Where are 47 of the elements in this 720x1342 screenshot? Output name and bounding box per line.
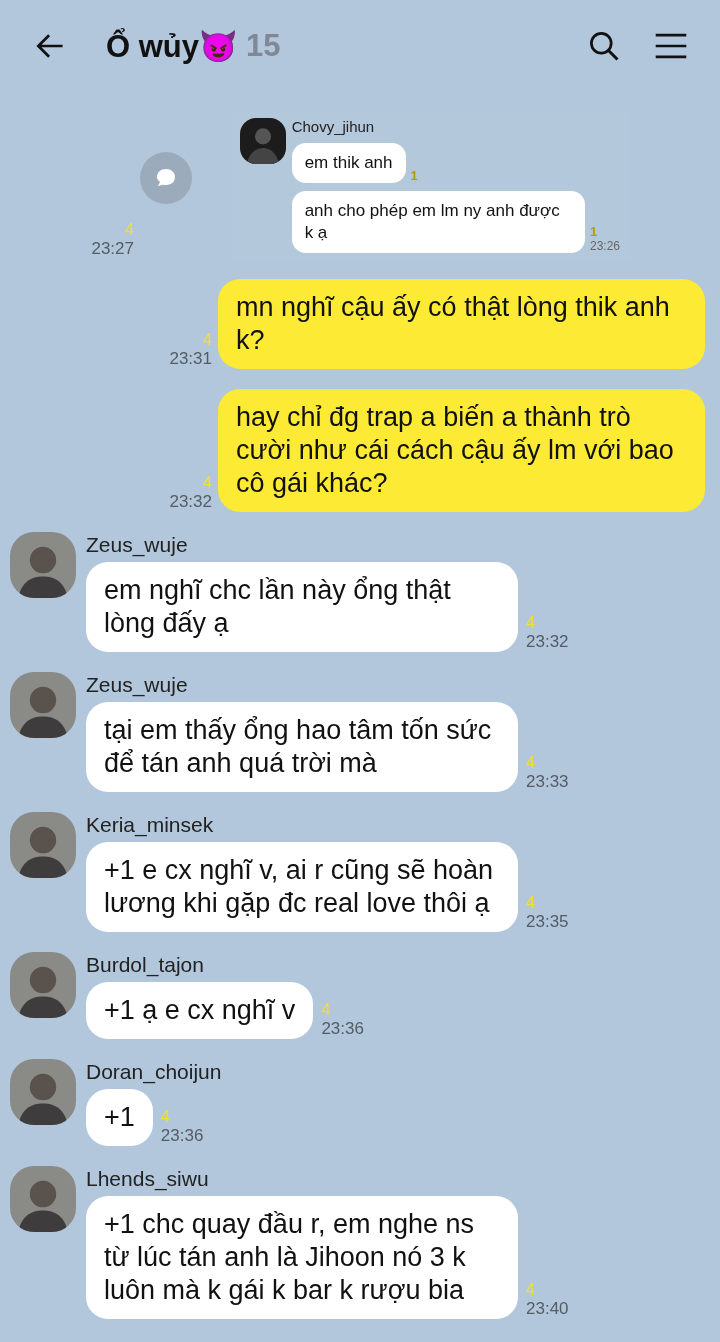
avatar bbox=[10, 1059, 76, 1125]
message-time: 23:40 bbox=[526, 1299, 569, 1319]
unread-count: 4 bbox=[160, 1108, 170, 1126]
unread-count: 4 bbox=[526, 894, 535, 912]
message-time: 23:35 bbox=[526, 912, 569, 932]
avatar bbox=[10, 672, 76, 738]
message-time: 23:33 bbox=[526, 772, 569, 792]
unread-count: 4 bbox=[203, 331, 212, 349]
message-bubble: hay chỉ đg trap a biến a thành trò cười như cái cách cậu ấy lm với bao cô gái khác? bbox=[218, 389, 705, 512]
message-time: 23:26 bbox=[589, 239, 620, 253]
sender-name: Lhends_siwu bbox=[86, 1166, 210, 1192]
sender-name: Burdol_tajon bbox=[86, 952, 205, 978]
unread-count: 4 bbox=[125, 221, 134, 239]
chat-title: Ổ wủy😈 bbox=[106, 27, 238, 65]
sender-name: Zeus_wuje bbox=[86, 672, 189, 698]
sender-name: Doran_choijun bbox=[86, 1059, 222, 1085]
message-time: 23:36 bbox=[321, 1019, 364, 1039]
avatar bbox=[10, 1166, 76, 1232]
message-bubble: anh cho phép em lm ny anh được k ạ bbox=[291, 191, 585, 253]
unread-count: 4 bbox=[526, 614, 535, 632]
avatar bbox=[10, 952, 76, 1018]
unread-count: 4 bbox=[526, 1281, 535, 1299]
unread-count: 4 bbox=[203, 474, 212, 492]
message-bubble: +1 bbox=[86, 1089, 153, 1146]
message-time: 23:36 bbox=[160, 1126, 204, 1146]
unread-count: 1 bbox=[410, 168, 418, 183]
unread-count: 4 bbox=[321, 1001, 331, 1019]
message-bubble: em nghĩ chc lần này ổng thật lòng đấy ạ bbox=[86, 562, 518, 652]
avatar bbox=[10, 532, 76, 598]
message-bubble: +1 chc quay đầu r, em nghe ns từ lúc tán anh là Jihoon nó 3 k luôn mà k gái k bar k rượu bia bbox=[86, 1196, 518, 1319]
message-time: 23:32 bbox=[169, 492, 212, 512]
sender-name: Keria_minsek bbox=[86, 812, 215, 838]
sender-name: Zeus_wuje bbox=[86, 532, 189, 558]
message-bubble: +1 e cx nghĩ v, ai r cũng sẽ hoàn lương khi gặp đc real love thôi ạ bbox=[86, 842, 518, 932]
message-time: 23:32 bbox=[526, 632, 569, 652]
message-time: 23:27 bbox=[91, 239, 134, 259]
message-time: 23:31 bbox=[169, 349, 212, 369]
message-bubble: em thik anh bbox=[291, 143, 406, 183]
member-count: 15 bbox=[246, 28, 281, 64]
message-bubble: mn nghĩ cậu ấy có thật lòng thik anh k? bbox=[218, 279, 705, 369]
message-bubble: +1 ạ e cx nghĩ v bbox=[86, 982, 314, 1039]
avatar bbox=[240, 118, 286, 164]
message-bubble: tại em thấy ổng hao tâm tốn sức để tán anh quá trời mà bbox=[86, 702, 518, 792]
sender-name: Chovy_jihun bbox=[291, 118, 376, 135]
unread-count: 1 bbox=[589, 224, 599, 239]
unread-count: 4 bbox=[526, 754, 535, 772]
avatar bbox=[10, 812, 76, 878]
